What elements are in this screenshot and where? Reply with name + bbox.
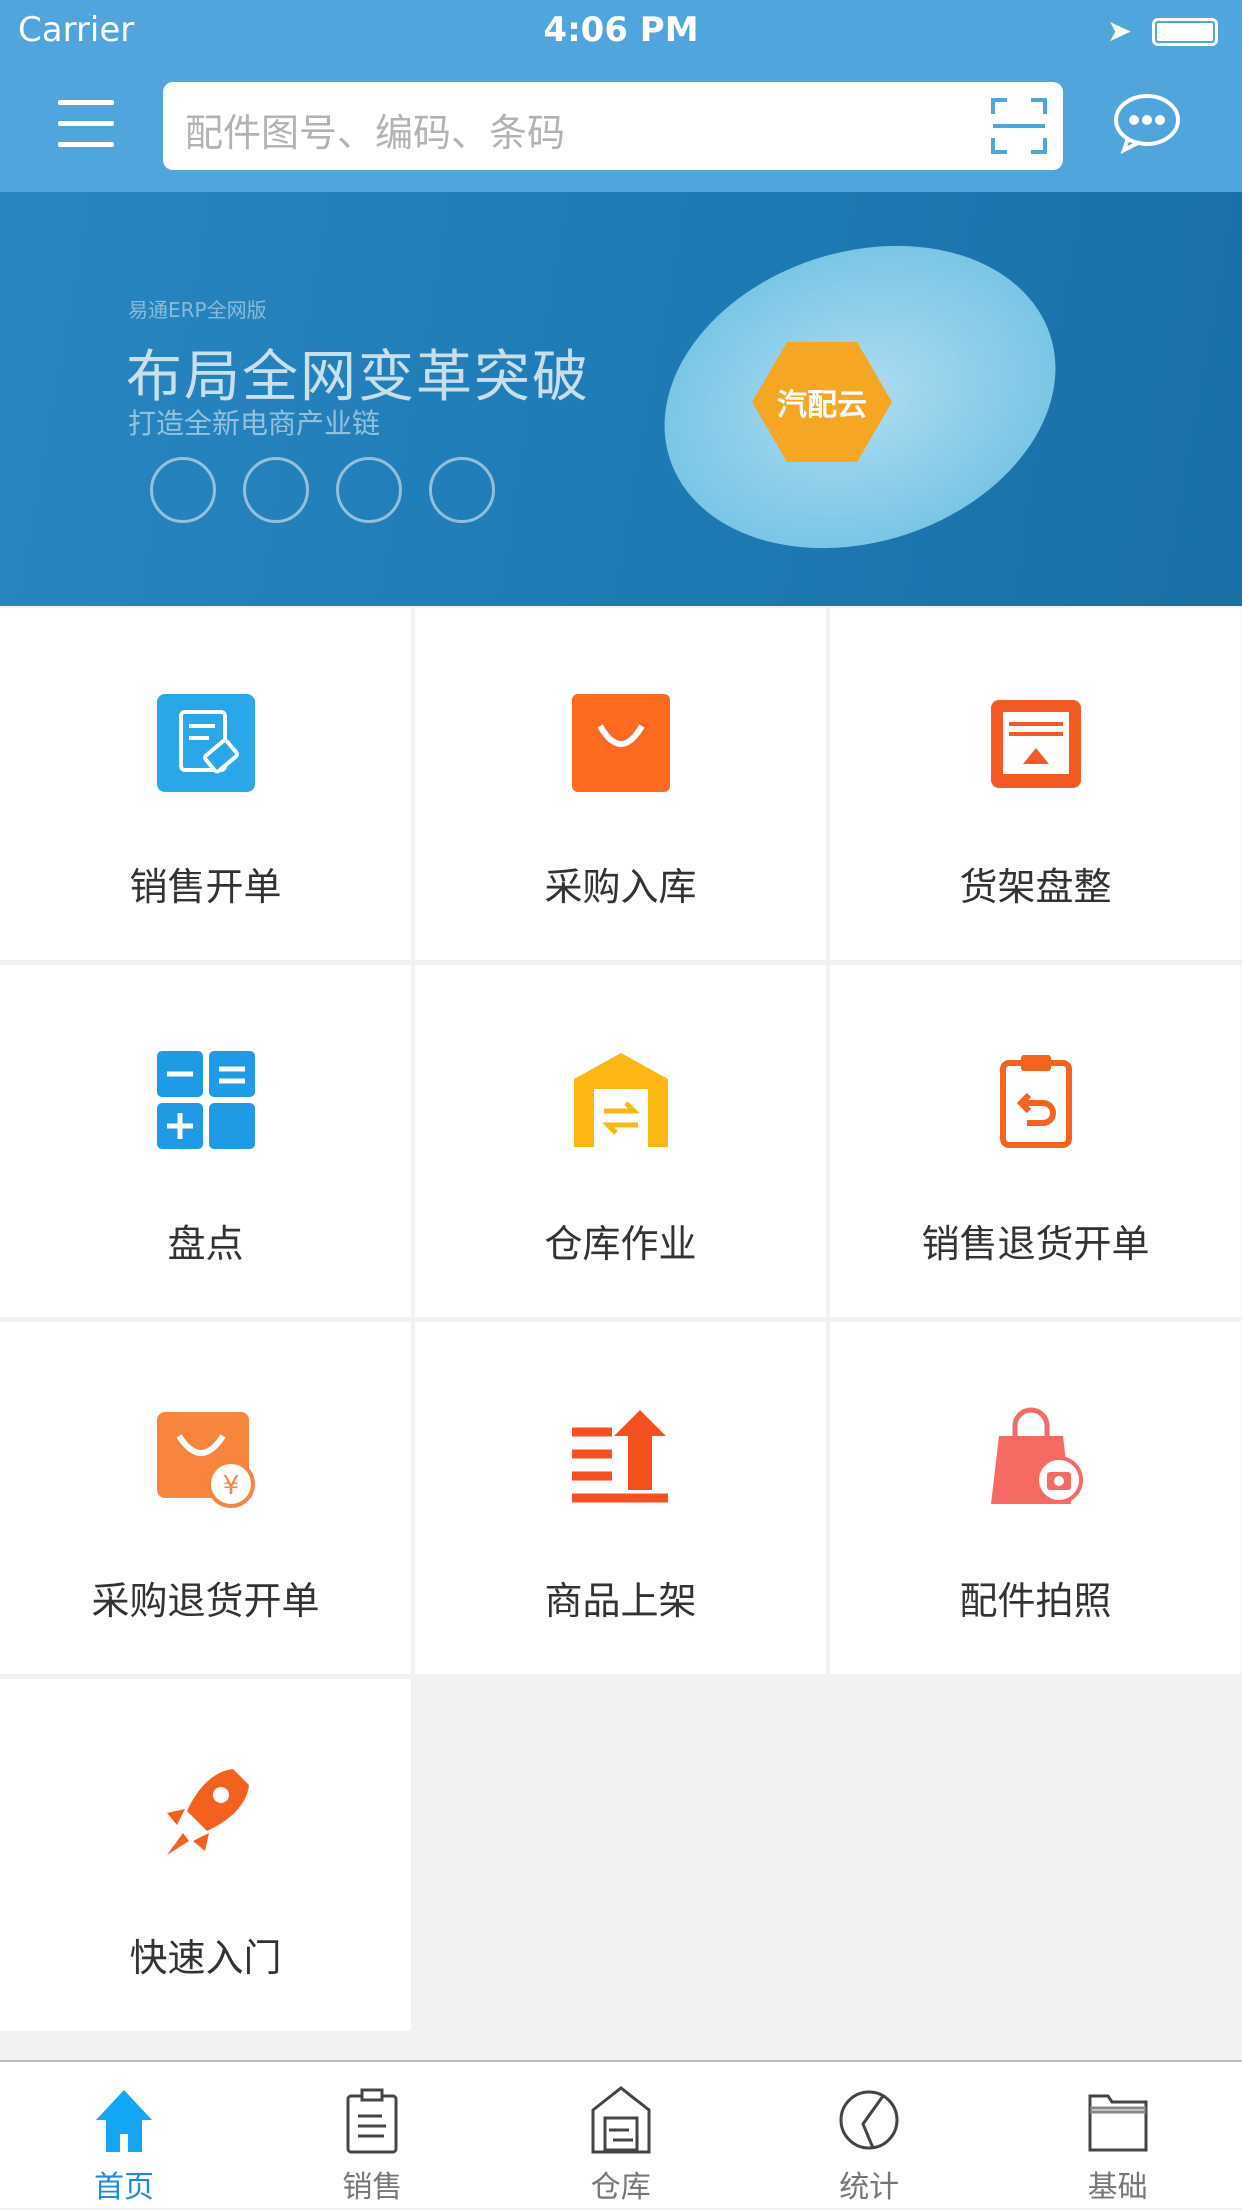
banner-feature-icon — [243, 457, 309, 523]
grid-item[interactable]: 采购入库 — [415, 608, 826, 960]
banner-feature-icon — [336, 457, 402, 523]
menu-icon[interactable] — [58, 100, 114, 156]
clipboard-icon — [346, 2088, 398, 2154]
grid-item-label: 配件拍照 — [959, 1579, 1112, 1623]
grid-item[interactable]: 销售退货开单 — [830, 965, 1241, 1317]
banner-headline: 布局全网变革突破 — [126, 345, 590, 410]
shelve-up-icon — [572, 1410, 668, 1503]
grid-item-label: 销售退货开单 — [921, 1222, 1150, 1266]
folder-icon — [1088, 2094, 1148, 2152]
banner-feature-icon — [429, 457, 495, 523]
search-placeholder: 配件图号、编码、条码 — [185, 111, 566, 155]
tab-warehouse[interactable]: 仓库 — [497, 2062, 745, 2210]
bag-camera-icon — [991, 1407, 1083, 1504]
grid-item-label: 快速入门 — [129, 1936, 282, 1980]
tab-label: 基础 — [1087, 2170, 1148, 2205]
grid-item[interactable]: 商品上架 — [415, 1322, 826, 1674]
tab-label: 仓库 — [590, 2170, 651, 2205]
search-input[interactable]: 配件图号、编码、条码 — [163, 82, 1063, 170]
battery-icon — [1152, 18, 1218, 46]
grid-item-label: 销售开单 — [129, 865, 282, 909]
tab-label: 首页 — [94, 2170, 154, 2205]
grid-item[interactable]: ¥ 采购退货开单 — [0, 1322, 411, 1674]
tab-pie-chart[interactable]: 统计 — [745, 2062, 993, 2210]
location-icon: ➤ — [1106, 14, 1132, 49]
banner-subline: 打造全新电商产业链 — [128, 407, 381, 440]
status-bar: Carrier 4:06 PM ➤ — [0, 0, 1242, 62]
grid-item-label: 盘点 — [167, 1222, 244, 1266]
shelf-icon — [991, 700, 1081, 788]
warehouse-icon — [591, 2086, 651, 2154]
tab-folder[interactable]: 基础 — [994, 2062, 1242, 2210]
scan-icon[interactable] — [989, 96, 1049, 156]
rocket-icon — [167, 1769, 249, 1855]
grid-item[interactable]: 快速入门 — [0, 1679, 411, 2031]
pie-chart-icon — [839, 2090, 899, 2150]
grid-item[interactable]: 仓库作业 — [415, 965, 826, 1317]
shopping-bag-icon — [572, 694, 670, 792]
grid-item-label: 商品上架 — [544, 1579, 697, 1623]
home-icon — [96, 2090, 152, 2152]
warehouse-icon — [574, 1053, 668, 1147]
banner-feature-icon — [150, 457, 216, 523]
banner-brand: 易通ERP全网版 — [128, 298, 267, 322]
grid-item-label: 仓库作业 — [544, 1222, 697, 1266]
promo-banner[interactable]: 易通ERP全网版 布局全网变革突破 打造全新电商产业链 汽配云 — [0, 192, 1242, 606]
grid-item[interactable]: 盘点 — [0, 965, 411, 1317]
chat-icon[interactable] — [1112, 92, 1182, 154]
grid-item-label: 采购退货开单 — [91, 1579, 320, 1623]
tab-label: 销售 — [342, 2170, 403, 2205]
tab-label: 统计 — [839, 2170, 900, 2205]
return-clipboard-icon — [1000, 1055, 1072, 1148]
grid-item-label: 货架盘整 — [959, 865, 1112, 909]
bag-yen-icon: ¥ — [157, 1412, 255, 1508]
header: Carrier 4:06 PM ➤ 配件图号、编码、条码 — [0, 0, 1242, 192]
sales-order-icon — [157, 694, 255, 792]
tab-home[interactable]: 首页 — [0, 2062, 248, 2210]
tab-clipboard[interactable]: 销售 — [248, 2062, 496, 2210]
grid-item-label: 采购入库 — [544, 865, 697, 909]
clock: 4:06 PM — [543, 10, 699, 50]
tab-bar: 首页 销售 仓库 统计 基础 — [0, 2060, 1242, 2208]
grid-item[interactable]: 销售开单 — [0, 608, 411, 960]
svg-text:¥: ¥ — [223, 1471, 240, 1501]
calculator-icon — [157, 1051, 255, 1149]
grid-item[interactable]: 货架盘整 — [830, 608, 1241, 960]
grid-item[interactable]: 配件拍照 — [830, 1322, 1241, 1674]
